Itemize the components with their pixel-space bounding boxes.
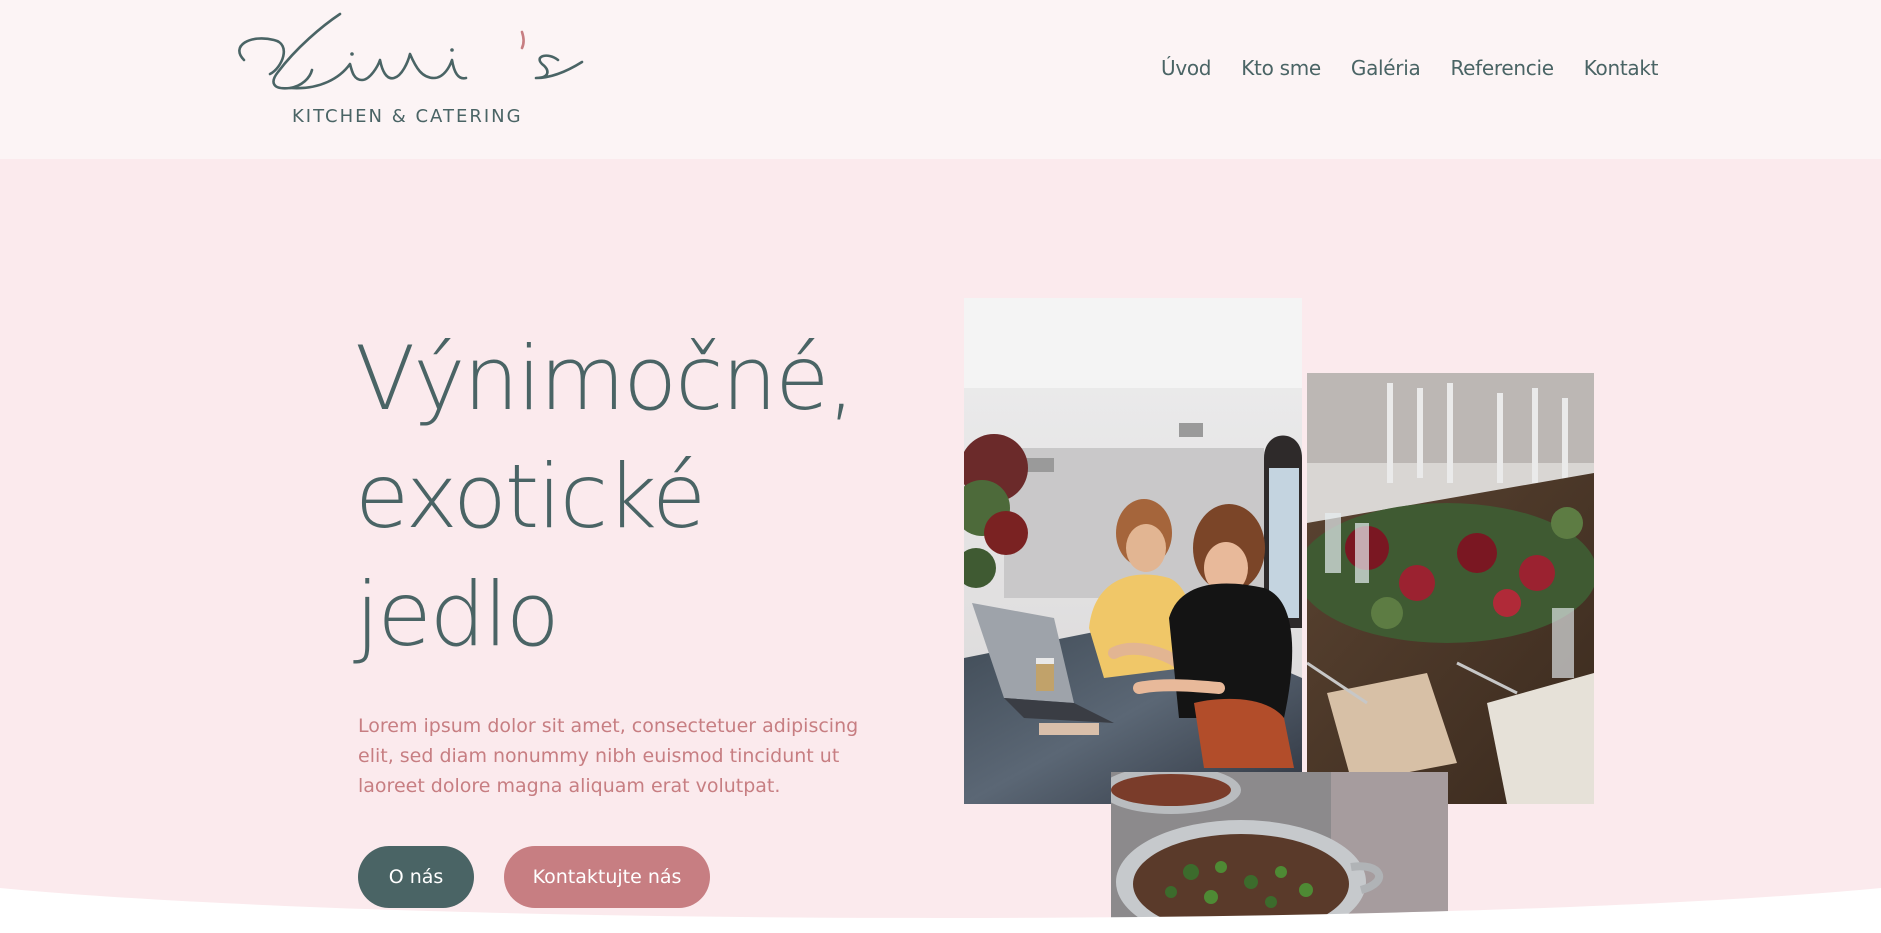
nav-item-uvod[interactable]: Úvod bbox=[1161, 56, 1212, 80]
contact-us-button[interactable]: Kontaktujte nás bbox=[504, 846, 710, 908]
about-us-button[interactable]: O nás bbox=[358, 846, 474, 908]
main-nav: Úvod Kto sme Galéria Referencie Kontakt bbox=[1161, 56, 1658, 80]
site-header: KITCHEN & CATERING Úvod Kto sme Galéria … bbox=[0, 0, 1881, 159]
hero-title-line: jedlo bbox=[355, 563, 560, 666]
hero-title-line: Výnimočné, bbox=[355, 327, 855, 430]
logo-script-wordmark bbox=[238, 12, 584, 90]
bottom-wave-divider bbox=[0, 888, 1881, 933]
nav-item-kto-sme[interactable]: Kto sme bbox=[1241, 56, 1321, 80]
photo-table-setting bbox=[1307, 373, 1594, 804]
brand-tagline: KITCHEN & CATERING bbox=[292, 106, 523, 127]
nav-item-kontakt[interactable]: Kontakt bbox=[1584, 56, 1659, 80]
nav-item-galeria[interactable]: Galéria bbox=[1351, 56, 1421, 80]
hero-title: Výnimočné, exotické jedlo bbox=[355, 320, 855, 674]
hero-description: Lorem ipsum dolor sit amet, consectetuer… bbox=[358, 715, 859, 797]
hero-title-line: exotické bbox=[355, 445, 706, 548]
photo-food-pot bbox=[1111, 772, 1448, 933]
nav-item-referencie[interactable]: Referencie bbox=[1450, 56, 1554, 80]
photo-women-laptop bbox=[964, 298, 1302, 804]
brand-logo[interactable]: KITCHEN & CATERING bbox=[230, 8, 590, 138]
